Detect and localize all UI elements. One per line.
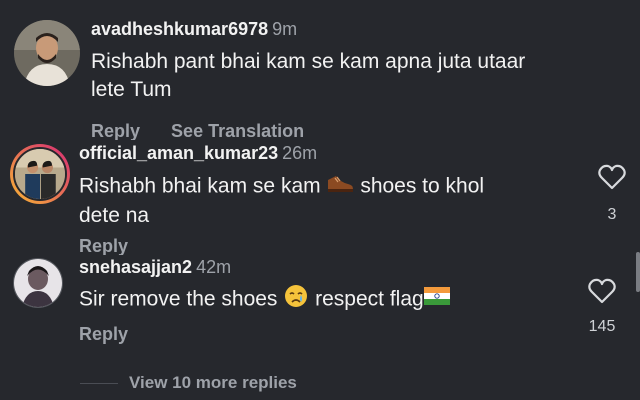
- username[interactable]: avadheshkumar6978: [91, 19, 268, 39]
- comment-text-part: shoes to khol: [360, 174, 485, 198]
- comment-text-line: lete Tum: [91, 78, 172, 101]
- comment-text: Rishabh bhai kam se kam shoes to khol de…: [79, 172, 579, 230]
- avatar[interactable]: [13, 258, 63, 308]
- comment-text: Sir remove the shoes respect flag: [79, 283, 579, 317]
- like-heart-icon[interactable]: [598, 164, 626, 195]
- comment-3: snehasajjan2 42m Sir remove the shoes res…: [0, 255, 640, 355]
- comment-text-part: Rishabh bhai kam se kam: [79, 174, 321, 198]
- comment-text: Rishabh pant bhai kam se kam apna juta u…: [91, 48, 621, 104]
- comment-text-line: Rishabh bhai kam se kam shoes to khol: [79, 172, 579, 202]
- view-more-replies-button[interactable]: View 10 more replies: [129, 373, 297, 393]
- scrollbar[interactable]: [636, 252, 640, 292]
- comment-text-line: Sir remove the shoes respect flag: [79, 283, 579, 317]
- like-heart-icon[interactable]: [588, 278, 616, 309]
- crying-face-emoji: [283, 283, 309, 317]
- reply-button[interactable]: Reply: [79, 236, 128, 256]
- timestamp: 9m: [272, 19, 298, 39]
- comment-2: official_aman_kumar23 26m Rishabh bhai ka…: [0, 140, 640, 256]
- avatar[interactable]: [14, 20, 80, 86]
- reply-button[interactable]: Reply: [91, 121, 140, 141]
- comment-text-line: dete na: [79, 204, 150, 227]
- india-flag-emoji: [423, 286, 450, 314]
- username[interactable]: snehasajjan2: [79, 257, 192, 277]
- username[interactable]: official_aman_kumar23: [79, 143, 278, 163]
- reply-button[interactable]: Reply: [79, 324, 128, 344]
- comment-text-part: respect flag: [315, 287, 424, 311]
- see-translation-button[interactable]: See Translation: [171, 121, 304, 141]
- comment-text-line: Rishabh pant bhai kam se kam apna juta u…: [91, 50, 526, 73]
- comment-1: avadheshkumar6978 9m Rishabh pant bhai ka…: [0, 0, 640, 141]
- timestamp: 42m: [196, 257, 232, 277]
- timestamp: 26m: [282, 143, 318, 163]
- avatar[interactable]: [10, 144, 70, 204]
- like-count: 3: [607, 206, 617, 223]
- divider: [80, 383, 118, 384]
- shoe-emoji: [326, 172, 354, 202]
- like-count: 145: [588, 318, 616, 335]
- comment-text-part: Sir remove the shoes: [79, 287, 278, 311]
